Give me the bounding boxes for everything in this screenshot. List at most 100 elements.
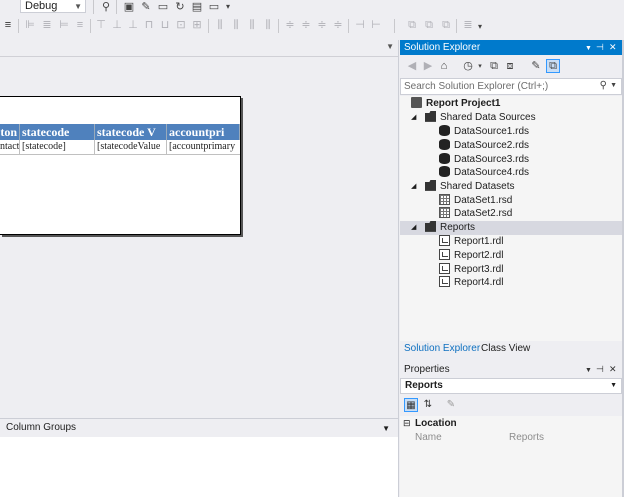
alphabetical-icon[interactable]: ⇅ [421, 398, 435, 412]
toolbar-separator [90, 19, 91, 33]
attach-icon[interactable]: ⚲ [100, 1, 112, 13]
toolbar-separator [208, 19, 209, 33]
spacing-icon[interactable]: ⫼ [262, 19, 274, 31]
window-position-icon[interactable]: ▼ [585, 363, 592, 378]
wrench-icon[interactable]: ✎ [140, 1, 152, 13]
data-cell[interactable]: [accountprimary [167, 140, 240, 154]
tree-node-project[interactable]: Report Project1 [411, 96, 500, 111]
same-size-icon[interactable]: ⊡ [175, 19, 187, 31]
format-icon[interactable]: ≣ [462, 19, 474, 31]
back-icon[interactable]: ◀ [406, 60, 418, 72]
dropdown-icon[interactable]: ▼ [386, 42, 394, 51]
v-spacing-icon[interactable]: ≑ [316, 19, 328, 31]
window-position-icon[interactable]: ▼ [585, 41, 592, 56]
solution-explorer-search[interactable]: Search Solution Explorer (Ctrl+;) ⚲ ▼ [400, 78, 622, 95]
align-center-icon[interactable]: ≣ [41, 19, 53, 31]
chevron-down-icon[interactable]: ▼ [610, 379, 617, 393]
preview-icon[interactable]: ▣ [123, 1, 135, 13]
property-row[interactable]: Name Reports [400, 431, 622, 445]
search-icon[interactable]: ⚲ [600, 80, 607, 91]
chevron-down-icon[interactable]: ▼ [382, 424, 390, 433]
header-cell[interactable]: accountpri [167, 124, 240, 140]
align-bottom-icon[interactable]: ⊥ [127, 19, 139, 31]
tab-solution-explorer[interactable]: Solution Explorer [404, 343, 480, 354]
tree-node-reports[interactable]: ◢ Reports [411, 220, 475, 235]
header-cell[interactable]: statecode [20, 124, 95, 140]
align-top-icon[interactable]: ⊤ [95, 19, 107, 31]
close-icon[interactable]: ✕ [609, 362, 617, 377]
center-horizontal-icon[interactable]: ⊣ [354, 19, 366, 31]
tree-node-file[interactable]: DataSource1.rds [439, 124, 529, 139]
preview-selected-items-icon[interactable]: ⧉ [546, 59, 560, 73]
pin-icon[interactable]: ⊣ [596, 40, 604, 55]
bring-front-icon[interactable]: ⧉ [406, 19, 418, 31]
categorized-icon[interactable]: ▦ [404, 398, 418, 412]
tree-node-file[interactable]: Report1.rdl [439, 234, 503, 249]
chevron-down-icon[interactable]: ▾ [474, 21, 486, 33]
toolbox-icon[interactable]: ▭ [157, 1, 169, 13]
tree-node-file[interactable]: DataSource4.rds [439, 165, 529, 180]
collapse-icon[interactable]: ⊟ [403, 416, 411, 431]
chevron-down-icon[interactable]: ▼ [610, 82, 617, 89]
align-right-icon[interactable]: ≡ [2, 19, 14, 31]
folder-label: Shared Datasets [440, 181, 515, 192]
main-toolbar: Debug ▼ ⚲ ▣ ✎ ▭ ↻ ▤ ▭ ▾ [0, 0, 398, 15]
wrench-icon[interactable]: ✎ [530, 60, 542, 72]
expanded-arrow-icon[interactable]: ◢ [411, 180, 416, 194]
tab-class-view[interactable]: Class View [481, 343, 530, 354]
collapse-all-icon[interactable]: ⧉ [488, 60, 500, 72]
chevron-down-icon[interactable]: ▾ [474, 61, 486, 73]
align-left-icon[interactable]: ⊫ [24, 19, 36, 31]
home-icon[interactable]: ⌂ [438, 60, 450, 72]
same-width-icon[interactable]: ⊓ [143, 19, 155, 31]
data-cell[interactable]: ntact [0, 140, 20, 154]
chevron-down-icon[interactable]: ▾ [222, 1, 234, 13]
header-cell[interactable]: statecode V [95, 124, 167, 140]
send-back-icon[interactable]: ⧉ [423, 19, 435, 31]
expanded-arrow-icon[interactable]: ◢ [411, 111, 416, 125]
properties-icon[interactable]: ▤ [191, 1, 203, 13]
configuration-dropdown[interactable]: Debug ▼ [20, 0, 86, 13]
tree-node-file[interactable]: DataSource2.rds [439, 138, 529, 153]
align-right-icon[interactable]: ≡ [74, 19, 86, 31]
spacing-icon[interactable]: ⫼ [246, 19, 258, 31]
folder-icon [425, 220, 436, 232]
data-cell[interactable]: [statecodeValue [95, 140, 167, 154]
window-icon[interactable]: ▭ [208, 1, 220, 13]
spacing-icon[interactable]: ⫼ [230, 19, 242, 31]
properties-object-selector[interactable]: Reports ▼ [400, 378, 622, 394]
tree-node-file[interactable]: Report2.rdl [439, 248, 503, 263]
tree-node-shared-datasets[interactable]: ◢ Shared Datasets [411, 179, 515, 194]
tree-node-file[interactable]: DataSet1.rsd [439, 193, 512, 208]
history-icon[interactable]: ◷ [462, 60, 474, 72]
report-table[interactable]: ton statecode statecode V accountpri nta… [0, 124, 240, 155]
data-cell[interactable]: [statecode] [20, 140, 95, 154]
v-spacing-icon[interactable]: ≑ [332, 19, 344, 31]
tree-node-file[interactable]: Report4.rdl [439, 275, 503, 290]
show-all-files-icon[interactable]: ⧈ [504, 60, 516, 72]
tree-node-shared-data-sources[interactable]: ◢ Shared Data Sources [411, 110, 536, 125]
forward-icon[interactable]: ▶ [422, 60, 434, 72]
v-spacing-icon[interactable]: ≑ [300, 19, 312, 31]
same-height-icon[interactable]: ⊔ [159, 19, 171, 31]
properties-grid: ⊟ Location Name Reports [400, 416, 622, 497]
properties-toolbar: ▦ ⇅ ✎ [400, 396, 622, 416]
tree-node-file[interactable]: DataSource3.rds [439, 152, 529, 167]
align-middle-icon[interactable]: ⊥ [111, 19, 123, 31]
group-icon[interactable]: ⧉ [440, 19, 452, 31]
size-grid-icon[interactable]: ⊞ [191, 19, 203, 31]
expanded-arrow-icon[interactable]: ◢ [411, 221, 416, 235]
refresh-icon[interactable]: ↻ [174, 1, 186, 13]
v-spacing-icon[interactable]: ≑ [284, 19, 296, 31]
pin-icon[interactable]: ⊣ [596, 362, 604, 377]
align-justify-icon[interactable]: ⊨ [58, 19, 70, 31]
tree-node-file[interactable]: DataSet2.rsd [439, 206, 512, 221]
spacing-icon[interactable]: ⫼ [214, 19, 226, 31]
header-cell[interactable]: ton [0, 124, 20, 140]
report-body[interactable]: ton statecode statecode V accountpri nta… [0, 96, 241, 235]
property-category[interactable]: ⊟ Location [400, 416, 622, 431]
center-vertical-icon[interactable]: ⊢ [370, 19, 382, 31]
close-icon[interactable]: ✕ [609, 40, 617, 55]
dataset-icon [439, 193, 450, 205]
property-pages-icon[interactable]: ✎ [444, 398, 458, 412]
